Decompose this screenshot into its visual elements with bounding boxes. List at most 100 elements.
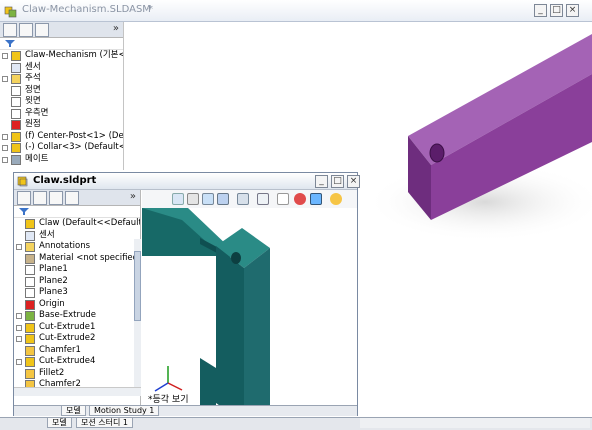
part-tree-item[interactable]: Plane2 [14,276,140,288]
previous-view-icon[interactable] [202,193,214,205]
maximize-button[interactable]: □ [550,4,563,17]
tree-expand-toggle[interactable] [2,145,8,151]
tree-item-label: Claw-Mechanism (기본< [25,50,124,60]
part-tree-horizontal-scrollbar[interactable] [14,387,141,396]
part-tree-item[interactable]: Plane3 [14,287,140,299]
filter-icon[interactable] [4,39,16,48]
zoom-to-area-icon[interactable] [187,193,199,205]
assembly-tree-item[interactable]: 센서 [0,62,123,74]
part-filter-row [14,206,140,218]
view-orientation-label: *등각 보기 [148,393,188,405]
part-tree-item[interactable]: Origin [14,299,140,311]
tab-feature-tree[interactable] [3,23,17,37]
edit-appearance-icon[interactable] [294,193,306,205]
hide-show-items-icon[interactable] [277,193,289,205]
part-bottom-tabs: 모델 Motion Study 1 [14,405,357,416]
tree-expand-toggle[interactable] [16,313,22,319]
plane-icon [25,288,35,298]
assembly-title-bar[interactable]: Claw-Mechanism.SLDASM * _ □ × [0,0,592,22]
part-tree-item[interactable]: Chamfer1 [14,345,140,357]
part-tree-scrollbar[interactable] [134,239,141,387]
tree-item-label: Annotations [39,241,91,251]
assembly-document-icon [4,6,17,18]
part-tab-model[interactable]: 모델 [61,406,86,416]
close-button[interactable]: × [566,4,579,17]
claw-foot-face [200,358,216,405]
tree-expand-toggle[interactable] [16,336,22,342]
part-tree-item[interactable]: Annotations [14,241,140,253]
part-tab-motion-study[interactable]: Motion Study 1 [89,406,160,416]
assembly-tab-motion-study[interactable]: 모션 스터디 1 [76,418,133,428]
filter-row [0,38,123,50]
part-tree-item[interactable]: Claw (Default<<Default>_ [14,218,140,230]
part-tab-property-manager[interactable] [33,191,47,205]
part-tree-item[interactable]: Base-Extrude [14,310,140,322]
part-tree-item[interactable]: 센서 [14,230,140,242]
part-close-button[interactable]: × [347,175,360,188]
part-tree-item[interactable]: Cut-Extrude1 [14,322,140,334]
part-tree-item[interactable]: Plane1 [14,264,140,276]
zoom-to-fit-icon[interactable] [172,193,184,205]
assembly-icon [11,51,21,61]
tree-item-label: 센서 [25,61,41,72]
plane-icon [11,85,21,96]
cut-icon [25,322,35,333]
modified-marker: * [148,4,153,15]
part-tree-item[interactable]: Cut-Extrude4 [14,356,140,368]
assembly-tree-item[interactable]: 정면 [0,85,123,97]
part-tab-configuration-manager[interactable] [49,191,63,205]
part-tree-item[interactable]: Material <not specified> [14,253,140,265]
view-settings-icon[interactable] [330,193,342,205]
tree-expand-toggle[interactable] [2,53,8,59]
part-window-title: Claw.sldprt [33,175,97,186]
part-graphics-area[interactable]: *등각 보기 [142,208,357,405]
assembly-horizontal-scrollbar[interactable] [360,418,590,428]
display-style-icon[interactable] [257,193,269,205]
part-tree-item[interactable]: Cut-Extrude2 [14,333,140,345]
tree-item-label: Cut-Extrude1 [39,321,96,332]
assembly-tab-model[interactable]: 모델 [47,418,72,428]
minimize-button[interactable]: _ [534,4,547,17]
tree-item-label: Claw (Default<<Default>_ [39,218,140,228]
section-view-icon[interactable] [217,193,229,205]
part-tab-dimxpert[interactable] [65,191,79,205]
assembly-tree-item[interactable]: Claw-Mechanism (기본< [0,50,123,62]
apply-scene-icon[interactable] [310,193,322,205]
tree-expand-toggle[interactable] [16,324,22,331]
annotations-icon [11,74,21,84]
plane-icon [11,108,21,119]
assembly-tree-item[interactable]: 우측면 [0,108,123,120]
part-tree-scroll-thumb[interactable] [134,251,141,321]
assembly-tree-item[interactable]: 윗면 [0,96,123,108]
tree-item-label: Plane1 [39,264,68,274]
part-maximize-button[interactable]: □ [331,175,344,188]
tab-configuration-manager[interactable] [35,23,49,37]
tree-expand-toggle[interactable] [2,156,8,163]
assembly-tree-item[interactable]: 원점 [0,119,123,131]
tree-expand-toggle[interactable] [16,244,22,250]
part-minimize-button[interactable]: _ [315,175,328,188]
feature-manager-tabs: » [0,22,123,38]
part-panel-expand-chevron-icon[interactable]: » [130,191,136,202]
view-orientation-icon[interactable] [237,193,249,205]
tree-item-label: 윗면 [25,96,41,106]
tree-item-label: (-) Collar<3> (Default< [25,142,124,152]
tab-property-manager[interactable] [19,23,33,37]
part-tree-item[interactable]: Fillet2 [14,368,140,380]
panel-expand-chevron-icon[interactable]: » [113,23,119,34]
assembly-tree-item[interactable]: (f) Center-Post<1> (De [0,131,123,143]
tree-item-label: Plane2 [39,275,68,286]
part-title-bar[interactable]: Claw.sldprt _ □ × [14,173,360,190]
assembly-tree-item[interactable]: 주석 [0,73,123,85]
fillet-icon [25,368,35,379]
tree-expand-toggle[interactable] [16,359,22,365]
assembly-tree-item[interactable]: (-) Collar<3> (Default< [0,142,123,154]
tree-expand-toggle[interactable] [2,76,8,82]
origin-icon [11,120,21,130]
part-tab-feature-tree[interactable] [17,191,31,205]
assembly-tree-item[interactable]: 메이트 [0,154,123,166]
part-filter-icon[interactable] [18,207,30,216]
origin-icon [25,299,35,310]
claw-upright-side-face [244,248,270,405]
tree-expand-toggle[interactable] [2,133,8,140]
